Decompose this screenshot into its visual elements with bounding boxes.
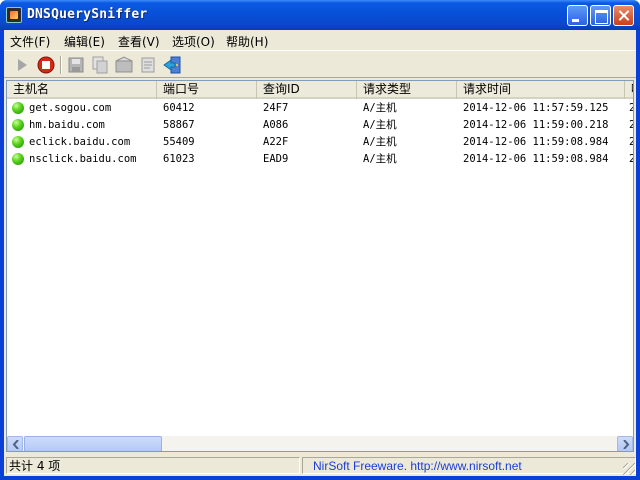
green-status-icon: [12, 119, 24, 131]
save-icon[interactable]: [66, 55, 86, 75]
cell-response: 20: [629, 151, 633, 168]
cell-query-id: A22F: [263, 136, 289, 148]
green-status-icon: [12, 102, 24, 114]
table-row[interactable]: hm.baidu.com 58867 A086 A/主机 2014-12-06 …: [7, 117, 633, 134]
menu-file[interactable]: 文件(F): [10, 33, 50, 50]
menu-edit[interactable]: 编辑(E): [64, 33, 105, 50]
column-header-response[interactable]: 响: [625, 81, 633, 99]
toolbar-separator: [60, 56, 62, 74]
scroll-right-button[interactable]: [617, 436, 633, 451]
chevron-left-icon: [12, 440, 19, 449]
cell-request-type: A/主机: [363, 119, 397, 131]
cell-request-type: A/主机: [363, 102, 397, 114]
nirsoft-link[interactable]: NirSoft Freeware. http://www.nirsoft.net: [302, 457, 636, 474]
maximize-button[interactable]: [590, 5, 611, 26]
close-button[interactable]: [613, 5, 634, 26]
cell-port: 61023: [163, 153, 195, 165]
cell-host: hm.baidu.com: [29, 119, 105, 131]
scroll-left-button[interactable]: [7, 436, 23, 451]
status-item-count: 共计 4 项: [6, 457, 300, 474]
chevron-right-icon: [623, 440, 630, 449]
menu-view[interactable]: 查看(V): [118, 33, 160, 50]
cell-request-time: 2014-12-06 11:59:08.984: [463, 153, 609, 165]
start-icon[interactable]: [12, 55, 32, 75]
column-header-host[interactable]: 主机名: [7, 81, 157, 99]
horizontal-scrollbar[interactable]: [7, 436, 633, 451]
cell-request-time: 2014-12-06 11:59:00.218: [463, 119, 609, 131]
cell-request-type: A/主机: [363, 153, 397, 165]
stop-icon[interactable]: [36, 55, 56, 75]
scroll-thumb[interactable]: [24, 436, 162, 451]
exit-icon[interactable]: [162, 55, 182, 75]
column-header-request-type[interactable]: 请求类型: [357, 81, 457, 99]
cell-port: 58867: [163, 119, 195, 131]
cell-request-type: A/主机: [363, 136, 397, 148]
status-bar: 共计 4 项 NirSoft Freeware. http://www.nirs…: [4, 454, 636, 476]
table-row[interactable]: eclick.baidu.com 55409 A22F A/主机 2014-12…: [7, 134, 633, 151]
client-area: 文件(F) 编辑(E) 查看(V) 选项(O) 帮助(H) 主机名 端口号 查询…: [4, 30, 636, 476]
query-list[interactable]: 主机名 端口号 查询ID 请求类型 请求时间 响 get.sogou.com 6…: [6, 80, 634, 452]
app-icon[interactable]: [6, 7, 22, 23]
cell-request-time: 2014-12-06 11:59:08.984: [463, 136, 609, 148]
html-report-icon[interactable]: [114, 55, 134, 75]
cell-port: 55409: [163, 136, 195, 148]
cell-response: 20: [629, 117, 633, 134]
list-header: 主机名 端口号 查询ID 请求类型 请求时间 响: [7, 81, 633, 99]
table-row[interactable]: nsclick.baidu.com 61023 EAD9 A/主机 2014-1…: [7, 151, 633, 168]
green-status-icon: [12, 153, 24, 165]
cell-host: get.sogou.com: [29, 102, 112, 114]
menu-bar: 文件(F) 编辑(E) 查看(V) 选项(O) 帮助(H): [4, 30, 636, 50]
green-status-icon: [12, 136, 24, 148]
app-window: DNSQuerySniffer 文件(F) 编辑(E) 查看(V) 选项(O) …: [0, 0, 640, 480]
cell-query-id: EAD9: [263, 153, 289, 165]
cell-host: eclick.baidu.com: [29, 136, 131, 148]
menu-help[interactable]: 帮助(H): [226, 33, 268, 50]
title-bar[interactable]: DNSQuerySniffer: [0, 0, 640, 30]
window-title: DNSQuerySniffer: [27, 7, 148, 22]
column-header-query-id[interactable]: 查询ID: [257, 81, 357, 99]
cell-host: nsclick.baidu.com: [29, 153, 137, 165]
column-header-request-time[interactable]: 请求时间: [457, 81, 625, 99]
cell-response: 20: [629, 100, 633, 117]
resize-grip[interactable]: [623, 463, 635, 475]
copy-icon[interactable]: [90, 55, 110, 75]
properties-icon[interactable]: [138, 55, 158, 75]
table-row[interactable]: get.sogou.com 60412 24F7 A/主机 2014-12-06…: [7, 100, 633, 117]
cell-query-id: 24F7: [263, 102, 289, 114]
column-header-port[interactable]: 端口号: [157, 81, 257, 99]
cell-query-id: A086: [263, 119, 289, 131]
cell-response: 20: [629, 134, 633, 151]
menu-options[interactable]: 选项(O): [172, 33, 215, 50]
toolbar: [4, 50, 636, 78]
cell-port: 60412: [163, 102, 195, 114]
cell-request-time: 2014-12-06 11:57:59.125: [463, 102, 609, 114]
minimize-button[interactable]: [567, 5, 588, 26]
